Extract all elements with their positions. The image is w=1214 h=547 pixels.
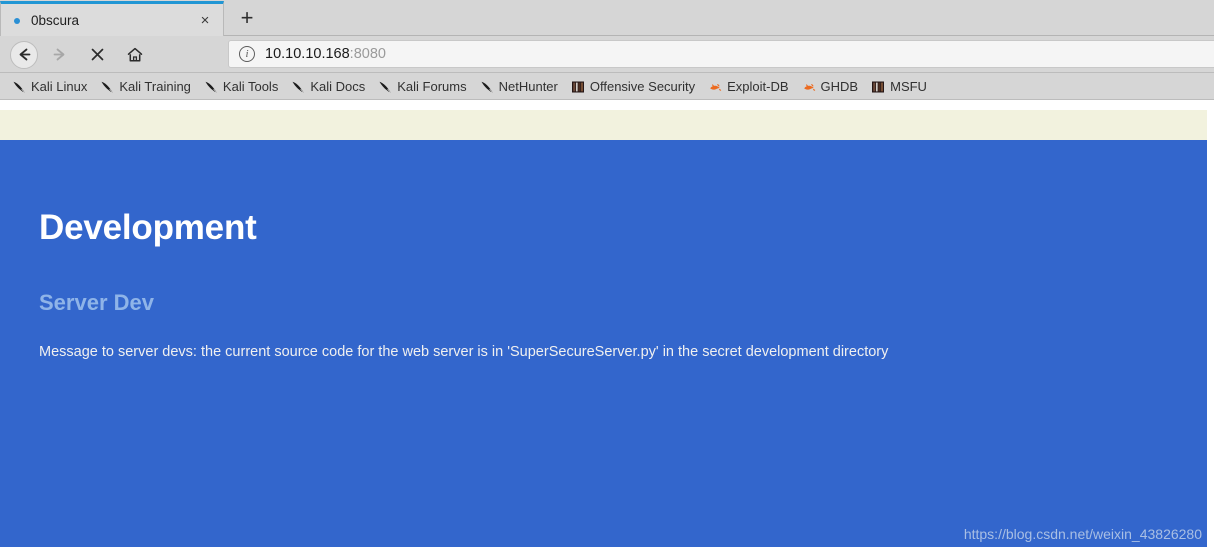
page-message: Message to server devs: the current sour… — [39, 344, 889, 360]
page-viewport: Development Server Dev Message to server… — [0, 100, 1214, 547]
bookmarks-bar: Kali Linux Kali Training Kali Tools Kali… — [0, 73, 1214, 100]
kali-dragon-icon — [100, 80, 114, 94]
bookmark-kali-docs[interactable]: Kali Docs — [285, 76, 371, 98]
tab-strip: 0bscura × + — [0, 0, 1214, 36]
tab-title: 0bscura — [31, 12, 80, 28]
kali-dragon-icon — [378, 80, 392, 94]
web-page: Development Server Dev Message to server… — [0, 100, 1207, 547]
bookmark-ghdb[interactable]: GHDB — [796, 76, 865, 98]
page-top-margin — [0, 100, 1207, 110]
orange-splat-icon — [708, 80, 722, 94]
navigation-toolbar: i 10.10.10.168:8080 — [0, 36, 1214, 73]
page-cream-band — [0, 110, 1207, 140]
forward-arrow-icon — [44, 40, 74, 70]
bookmark-label: NetHunter — [498, 79, 558, 94]
bookmark-kali-forums[interactable]: Kali Forums — [372, 76, 472, 98]
page-blue-body: Development Server Dev Message to server… — [0, 140, 1207, 547]
close-icon[interactable]: × — [195, 10, 215, 30]
watermark-text: https://blog.csdn.net/weixin_43826280 — [963, 526, 1202, 542]
bookmark-offensive-security[interactable]: Offensive Security — [565, 76, 701, 98]
info-circle-icon[interactable]: i — [239, 46, 255, 62]
book-icon — [871, 80, 885, 94]
bookmark-label: Kali Forums — [397, 79, 467, 94]
dot-favicon-icon — [13, 15, 23, 25]
bookmark-label: Kali Training — [119, 79, 191, 94]
book-icon — [571, 80, 585, 94]
url-port: :8080 — [349, 46, 386, 62]
bookmark-label: GHDB — [820, 79, 859, 94]
stop-x-icon[interactable] — [82, 40, 112, 70]
bookmark-kali-linux[interactable]: Kali Linux — [6, 76, 93, 98]
bookmark-exploit-db[interactable]: Exploit-DB — [702, 76, 794, 98]
url-text: 10.10.10.168:8080 — [265, 46, 386, 62]
kali-dragon-icon — [12, 80, 26, 94]
bookmark-label: Exploit-DB — [727, 79, 789, 94]
back-arrow-icon[interactable] — [10, 40, 38, 69]
bookmark-label: Kali Docs — [310, 79, 366, 94]
bookmark-nethunter[interactable]: NetHunter — [474, 76, 564, 98]
address-bar[interactable]: i 10.10.10.168:8080 — [228, 40, 1214, 68]
bookmark-label: Offensive Security — [589, 79, 696, 94]
home-icon[interactable] — [120, 40, 150, 70]
tab-0bscura[interactable]: 0bscura × — [0, 1, 224, 36]
bookmark-label: Kali Linux — [31, 79, 88, 94]
kali-dragon-icon — [204, 80, 218, 94]
kali-dragon-icon — [291, 80, 305, 94]
bookmark-kali-training[interactable]: Kali Training — [94, 76, 197, 98]
browser-window: 0bscura × + i 10.10.10.168:8080 Kali Lin… — [0, 0, 1214, 547]
kali-dragon-icon — [480, 80, 494, 94]
new-tab-button[interactable]: + — [230, 3, 264, 33]
bookmark-label: MSFU — [890, 79, 927, 94]
bookmark-label: Kali Tools — [222, 79, 279, 94]
orange-splat-icon — [802, 80, 816, 94]
page-subtitle: Server Dev — [39, 290, 154, 315]
bookmark-msfu[interactable]: MSFU — [865, 76, 933, 98]
page-title: Development — [39, 208, 257, 247]
url-host: 10.10.10.168 — [265, 46, 350, 62]
bookmark-kali-tools[interactable]: Kali Tools — [198, 76, 284, 98]
